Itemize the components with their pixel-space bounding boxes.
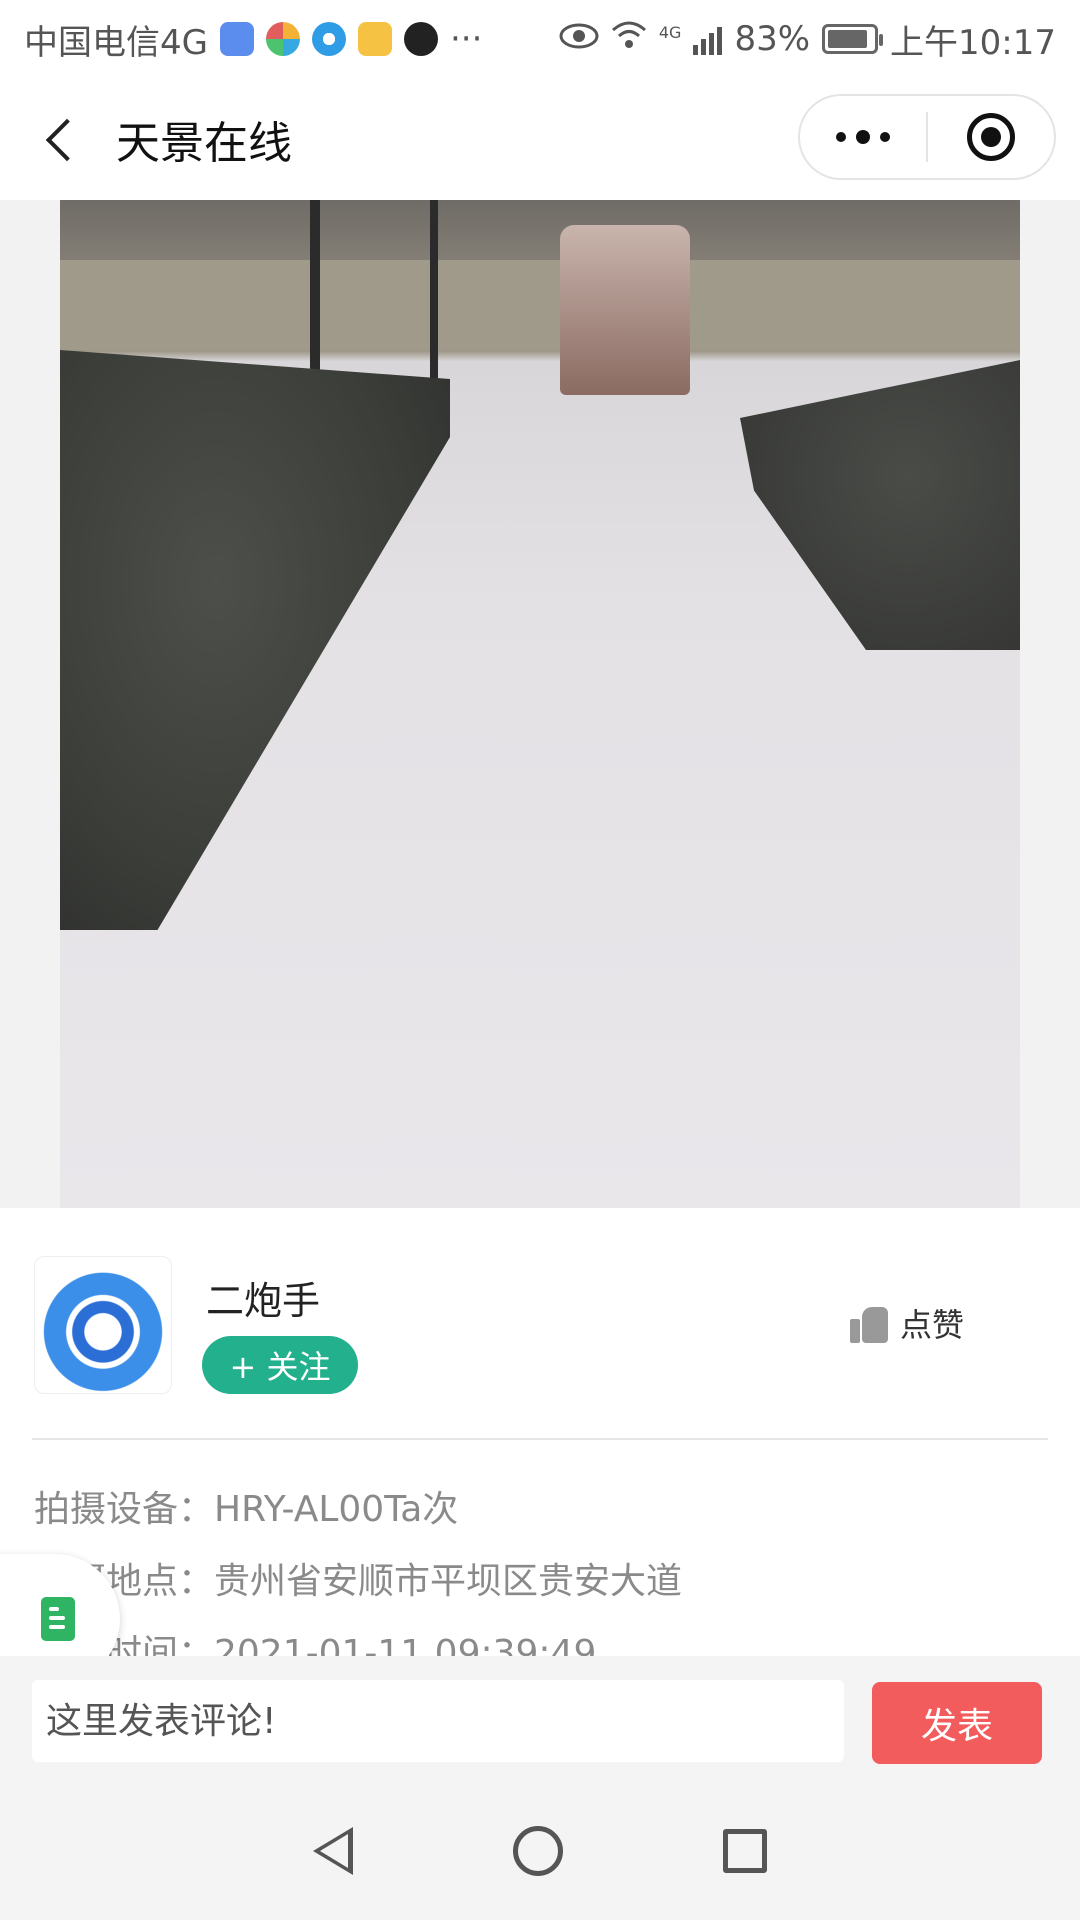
photo-cart	[560, 225, 690, 395]
photo-hedge-right	[740, 360, 1020, 650]
photo-hedge-left	[60, 350, 450, 930]
colorful-ring-icon	[265, 22, 300, 56]
clock: 上午10:17	[890, 22, 1056, 63]
avatar[interactable]	[34, 1256, 172, 1394]
more-menu-button[interactable]	[800, 96, 926, 178]
author-name[interactable]: 二炮手	[206, 1270, 320, 1325]
blue-browser-icon	[311, 22, 346, 56]
screen: 中国电信4G ··· 4G 83% 上午10:17 天景在线 二炮手 + 关注 …	[0, 0, 1080, 1920]
author-section: 二炮手 + 关注 点赞	[0, 1208, 1080, 1438]
comment-bar: 发表	[0, 1656, 1080, 1782]
status-bar: 中国电信4G ··· 4G 83% 上午10:17	[0, 0, 1080, 78]
more-notifications: ···	[449, 19, 483, 59]
status-left: 中国电信4G ···	[24, 15, 482, 64]
dot-icon	[836, 132, 846, 142]
location-info: 拍摄地点：贵州省安顺市平坝区贵安大道	[34, 1561, 683, 1602]
network-type: 4G	[658, 22, 682, 42]
photo-details: 拍摄设备：HRY-AL00Ta次 拍摄地点：贵州省安顺市平坝区贵安大道 上传时间…	[0, 1440, 1080, 1656]
battery-icon	[822, 24, 884, 54]
mail-icon	[357, 22, 392, 56]
page-title: 天景在线	[116, 118, 292, 169]
document-icon	[41, 1597, 75, 1641]
status-right: 4G 83% 上午10:17	[559, 15, 1056, 64]
dot-icon	[856, 130, 870, 144]
snow-photo[interactable]	[60, 200, 1020, 1208]
nav-bar: 天景在线	[0, 78, 1080, 200]
photo-container	[0, 200, 1080, 1208]
nav-home-icon[interactable]	[513, 1826, 563, 1876]
dot-icon	[880, 132, 890, 142]
qq-icon	[403, 22, 438, 56]
signal-icon	[693, 23, 723, 55]
system-nav-bar	[0, 1782, 1080, 1920]
eye-icon	[559, 19, 599, 59]
thumbs-up-icon	[849, 1303, 890, 1343]
photo-pole	[430, 200, 438, 380]
target-icon	[967, 113, 1015, 161]
miniprogram-capsule	[798, 94, 1056, 180]
close-miniprogram-button[interactable]	[928, 96, 1054, 178]
battery-percent: 83%	[734, 19, 811, 59]
device-info: 拍摄设备：HRY-AL00Ta次	[34, 1489, 459, 1530]
photo-wall	[60, 260, 1020, 350]
post-comment-button[interactable]: 发表	[872, 1682, 1042, 1764]
carrier-label: 中国电信4G	[24, 22, 208, 63]
comment-input[interactable]	[32, 1680, 844, 1762]
nav-recent-apps-icon[interactable]	[723, 1829, 767, 1873]
like-button[interactable]: 点赞	[849, 1300, 964, 1346]
like-label: 点赞	[899, 1306, 964, 1344]
nav-back-icon[interactable]	[313, 1827, 353, 1875]
shield-icon	[219, 22, 254, 56]
wifi-icon	[611, 19, 647, 59]
back-arrow-icon[interactable]	[30, 107, 94, 171]
follow-button[interactable]: + 关注	[202, 1336, 358, 1394]
